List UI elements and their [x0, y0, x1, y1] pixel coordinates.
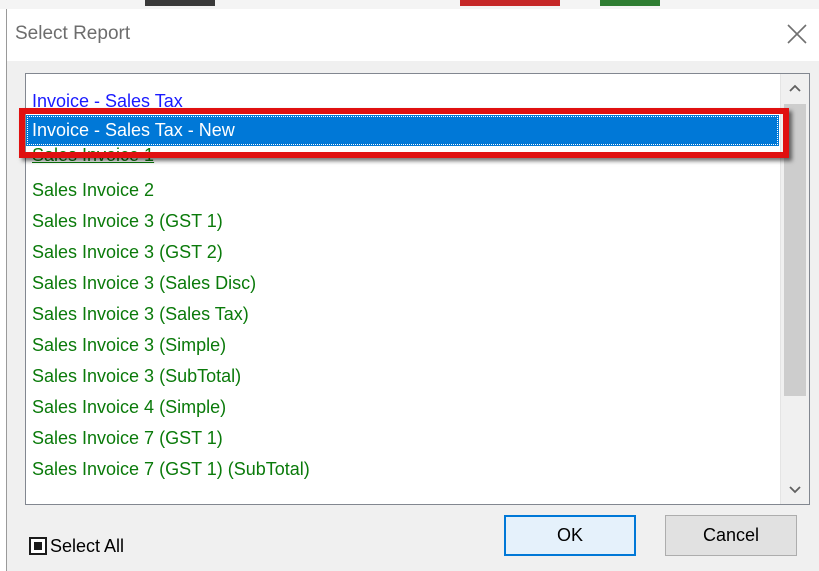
list-item[interactable]: Sales Invoice 7 (GST 1) (SubTotal) [26, 454, 779, 485]
background-app-edge [0, 0, 819, 9]
list-item[interactable]: Sales Invoice 1 [26, 140, 779, 171]
report-listbox[interactable]: Invoice - Sales Tax Invoice - Sales Tax … [25, 73, 810, 505]
list-item[interactable]: Sales Invoice 3 (Sales Tax) [26, 299, 779, 330]
scroll-down-icon[interactable] [781, 476, 809, 504]
list-item[interactable]: Sales Invoice 3 (SubTotal) [26, 361, 779, 392]
scrollbar-thumb[interactable] [784, 104, 806, 396]
list-item[interactable]: Sales Invoice 4 (Simple) [26, 392, 779, 423]
cancel-button[interactable]: Cancel [665, 515, 797, 556]
dialog-title: Select Report [15, 23, 131, 44]
list-item[interactable]: Sales Invoice 7 (GST 1) [26, 423, 779, 454]
list-item[interactable]: Sales Invoice 2 [26, 175, 779, 206]
report-list: Invoice - Sales Tax Invoice - Sales Tax … [26, 74, 779, 504]
list-item[interactable]: Sales Invoice 3 (GST 2) [26, 237, 779, 268]
list-item[interactable]: Sales Invoice 3 (Sales Disc) [26, 268, 779, 299]
select-report-dialog: Select Report Invoice - Sales Tax Invoic… [6, 9, 819, 571]
vertical-scrollbar[interactable] [780, 74, 809, 504]
close-icon[interactable] [784, 21, 810, 47]
list-item[interactable]: Invoice - Sales Tax [26, 86, 779, 117]
ok-button[interactable]: OK [504, 515, 636, 556]
title-bar: Select Report [7, 9, 819, 61]
select-all-checkbox[interactable]: Select All [29, 533, 124, 559]
checkbox-indeterminate-icon[interactable] [29, 537, 47, 555]
select-all-label: Select All [50, 535, 125, 556]
list-item[interactable]: Sales Invoice 3 (GST 1) [26, 206, 779, 237]
scroll-up-icon[interactable] [781, 74, 809, 102]
list-item[interactable]: Sales Invoice 3 (Simple) [26, 330, 779, 361]
